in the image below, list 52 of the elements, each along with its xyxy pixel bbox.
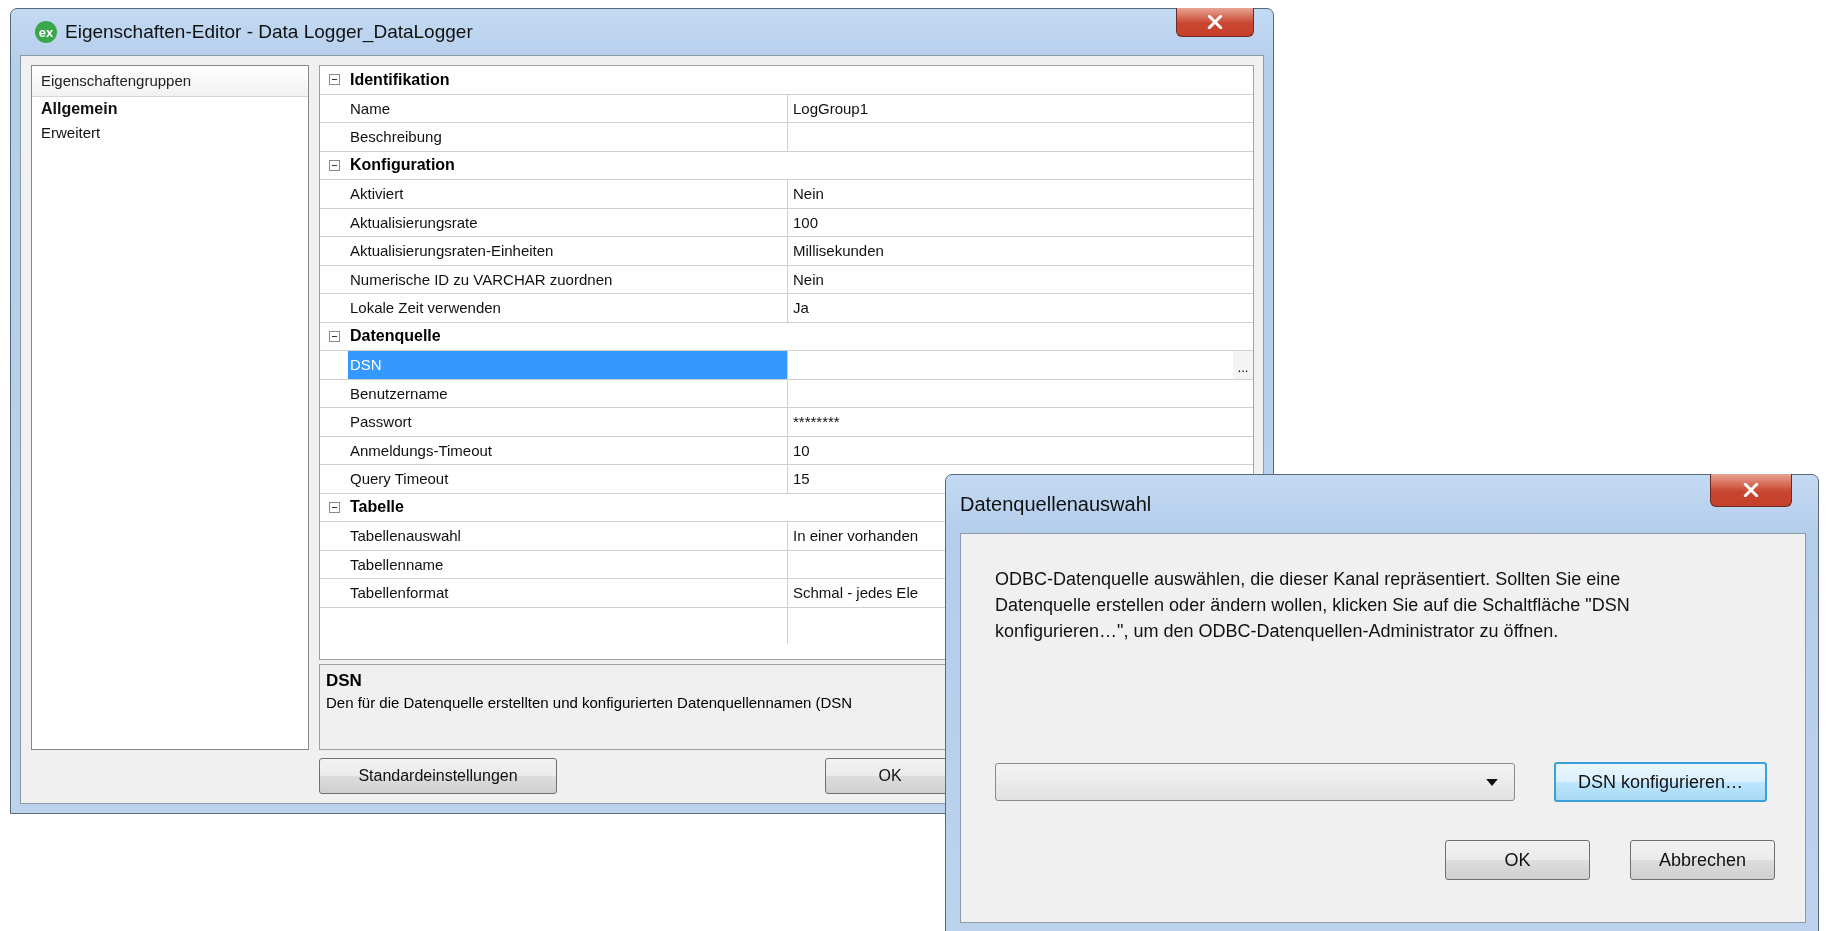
window-title: Eigenschaften-Editor - Data Logger_DataLogger <box>65 21 473 43</box>
description-title: DSN <box>326 671 363 691</box>
close-icon <box>1207 15 1223 29</box>
property-name[interactable]: Tabellenauswahl <box>348 522 788 550</box>
property-name[interactable]: Beschreibung <box>348 123 788 151</box>
property-name[interactable]: Name <box>348 94 788 122</box>
ellipsis-button[interactable]: ... <box>1233 351 1253 379</box>
configure-button[interactable]: DSN konfigurieren… <box>1554 762 1767 802</box>
property-name[interactable]: Numerische ID zu VARCHAR zuordnen <box>348 265 788 293</box>
category-header: Identifikation <box>349 69 450 90</box>
cancel-button[interactable]: Abbrechen <box>1630 840 1775 880</box>
property-value: Millisekunden <box>793 242 884 260</box>
property-name[interactable]: Anmeldungs-Timeout <box>348 436 788 464</box>
dialog-message: ODBC-Datenquelle auswählen, die dieser Kanal repräsentiert. Sollten Sie eine Datenquelle erstellen oder ändern wollen, klicken Sie auf die Schaltfläche "DSN konfigurieren…", um den ODBC-Datenquellen-Administrator zu öffnen. <box>995 568 1631 643</box>
property-name[interactable]: Aktualisierungsrate <box>348 208 788 236</box>
dropdown[interactable] <box>995 763 1515 801</box>
close-icon <box>1743 483 1759 497</box>
category-header: Datenquelle <box>349 326 441 347</box>
sidebar-item[interactable]: Erweitert <box>32 121 308 144</box>
dialog-title: Datenquellenauswahl <box>960 492 1152 516</box>
app-icon: ex <box>35 21 57 43</box>
collapse-icon[interactable] <box>328 159 340 171</box>
property-value: Ja <box>793 299 809 317</box>
ok-button[interactable]: OK <box>1445 840 1590 880</box>
collapse-icon[interactable] <box>328 501 340 513</box>
sidebar-item[interactable]: Allgemein <box>32 97 308 121</box>
property-name[interactable]: Query Timeout <box>348 465 788 493</box>
property-value: Nein <box>793 270 824 288</box>
defaults-button[interactable]: Standardeinstellungen <box>319 758 557 794</box>
property-value: 100 <box>793 213 819 231</box>
collapse-icon[interactable] <box>328 74 340 86</box>
property-value: In einer vorhanden <box>793 527 919 545</box>
description-text: Den für die Datenquelle erstellten und konfigurierten Datenquellennamen (DSN <box>326 694 854 711</box>
property-value: 15 <box>793 470 810 488</box>
property-value: ******** <box>793 413 840 431</box>
property-name[interactable]: Tabellenformat <box>348 579 788 607</box>
close-button[interactable] <box>1176 8 1254 37</box>
property-value: LogGroup1 <box>793 99 869 117</box>
property-name[interactable]: Tabellenname <box>348 550 788 578</box>
property-value: 10 <box>793 441 810 459</box>
close-button[interactable] <box>1710 474 1792 507</box>
property-name[interactable]: Benutzername <box>348 379 788 407</box>
property-value: Schmal - jedes Ele <box>793 584 919 602</box>
caret-icon <box>1486 778 1498 786</box>
property-name[interactable]: Aktiviert <box>348 180 788 208</box>
collapse-icon[interactable] <box>328 330 340 342</box>
category-header: Konfiguration <box>349 155 455 176</box>
property-name[interactable]: Passwort <box>348 408 788 436</box>
property-name[interactable]: Aktualisierungsraten-Einheiten <box>348 237 788 265</box>
property-value: Nein <box>793 185 824 203</box>
category-header: Tabelle <box>349 497 404 518</box>
property-name[interactable]: Lokale Zeit verwenden <box>348 294 788 322</box>
